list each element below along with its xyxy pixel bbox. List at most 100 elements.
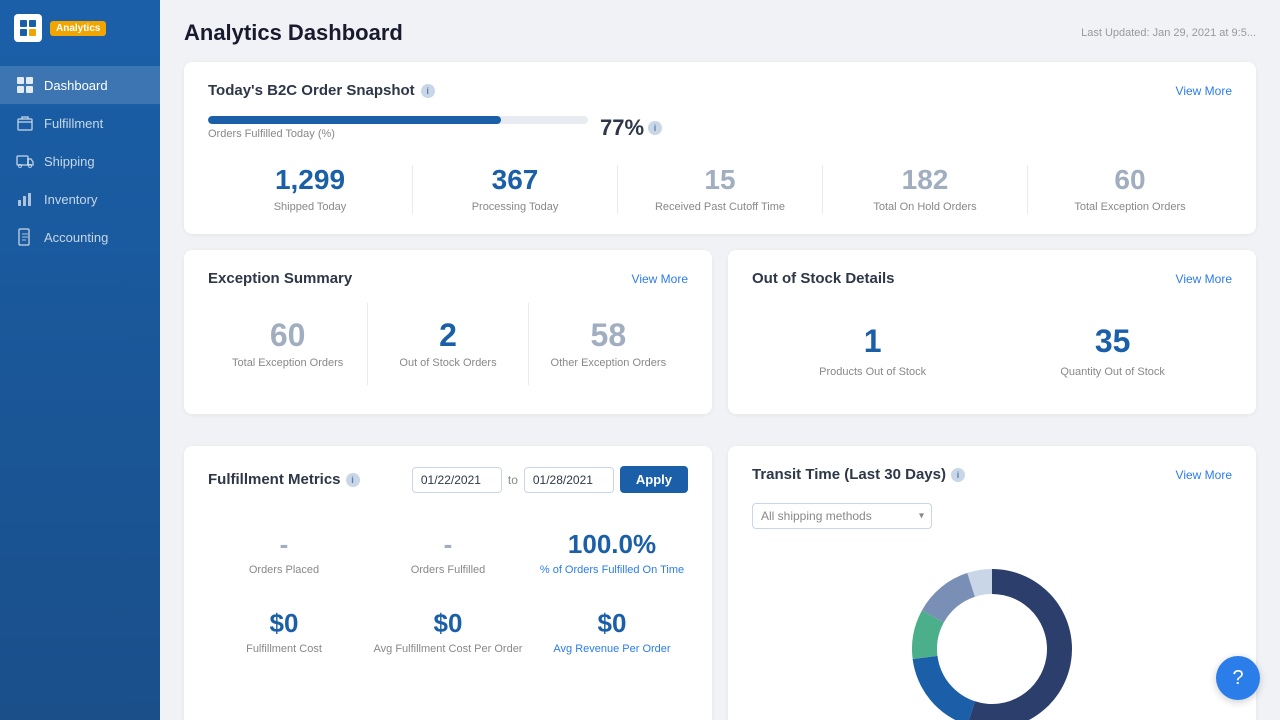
transit-title: Transit Time (Last 30 Days) i [752, 466, 965, 483]
oos-label: Products Out of Stock [819, 366, 926, 378]
donut-segment [913, 656, 975, 720]
snapshot-title: Today's B2C Order Snapshot [208, 82, 415, 99]
fm-metric-item: 100.0% % of Orders Fulfilled On Time [536, 517, 688, 588]
oos-view-more[interactable]: View More [1176, 272, 1232, 286]
date-to-input[interactable] [524, 467, 614, 493]
snapshot-metric-item: 182 Total On Hold Orders [823, 165, 1028, 214]
exception-summary-card: Exception Summary View More 60Total Exce… [184, 250, 712, 414]
grid-icon [16, 76, 34, 94]
fm-metric-value: 100.0% [536, 529, 688, 560]
sidebar-item-label: Shipping [44, 154, 95, 169]
metric-value: 60 [1040, 165, 1220, 196]
fm-metric-label: Orders Placed [208, 564, 360, 576]
oos-label: Quantity Out of Stock [1060, 366, 1165, 378]
fm-metrics-row2: $0 Fulfillment Cost $0 Avg Fulfillment Cost… [208, 596, 688, 667]
exc-label: Other Exception Orders [537, 357, 680, 369]
donut-chart [892, 549, 1092, 720]
progress-label: Orders Fulfilled Today (%) [208, 128, 588, 140]
shipping-method-select[interactable]: All shipping methods [752, 503, 932, 529]
fm-info-icon[interactable]: i [346, 473, 360, 487]
oos-value: 1 [819, 323, 926, 360]
last-updated: Last Updated: Jan 29, 2021 at 9:5... [1081, 27, 1256, 39]
date-to-label: to [508, 473, 518, 487]
fm-metric-value: - [372, 529, 524, 560]
transit-time-card: Transit Time (Last 30 Days) i View More … [728, 446, 1256, 720]
date-from-input[interactable] [412, 467, 502, 493]
sidebar-item-label: Dashboard [44, 78, 108, 93]
analytics-badge: Analytics [50, 21, 106, 36]
main-content: Analytics Dashboard Last Updated: Jan 29… [160, 0, 1280, 720]
float-button[interactable]: ? [1216, 656, 1260, 700]
date-range: to Apply [412, 466, 688, 493]
page-header: Analytics Dashboard Last Updated: Jan 29… [184, 20, 1256, 46]
metric-label: Processing Today [425, 200, 605, 214]
oos-card: Out of Stock Details View More 1 Products… [728, 250, 1256, 414]
fulfillment-metrics-card: Fulfillment Metrics i to Apply -Orders P… [184, 446, 712, 720]
snapshot-metrics: 1,299Shipped Today 367 Processing Today 15R… [208, 165, 1232, 214]
pct-info-icon[interactable]: i [648, 121, 662, 135]
sidebar-item-label: Inventory [44, 192, 97, 207]
progress-bar-fill [208, 116, 501, 124]
fm-metric-label: Fulfillment Cost [208, 643, 360, 655]
exception-metrics: 60Total Exception Orders2Out of Stock Or… [208, 303, 688, 385]
fm-metric-value: $0 [536, 608, 688, 639]
progress-bar-bg [208, 116, 588, 124]
bottom-two-col: Fulfillment Metrics i to Apply -Orders P… [184, 446, 1256, 720]
float-icon: ? [1232, 667, 1243, 690]
fm-metric-item: - Orders Fulfilled [372, 517, 524, 588]
chart-bar-icon [16, 190, 34, 208]
fm-metric-item: $0 Fulfillment Cost [208, 596, 360, 667]
metric-label: Total Exception Orders [1040, 200, 1220, 214]
sidebar-item-dashboard[interactable]: Dashboard [0, 66, 160, 104]
fm-metric-label: Avg Fulfillment Cost Per Order [372, 643, 524, 655]
sidebar-logo: Analytics [0, 0, 160, 56]
transit-info-icon[interactable]: i [951, 468, 965, 482]
exc-value: 2 [376, 319, 519, 351]
metric-label: Shipped Today [220, 200, 400, 214]
sidebar: Analytics Dashboard Fulfillment [0, 0, 160, 720]
fm-metric-label: Orders Fulfilled [372, 564, 524, 576]
sidebar-item-accounting[interactable]: Accounting [0, 218, 160, 256]
snapshot-metric-item: 1,299Shipped Today [208, 165, 413, 214]
exc-label: Total Exception Orders [216, 357, 359, 369]
snapshot-metric-item: 367 Processing Today [413, 165, 618, 214]
snapshot-metric-item: 15Received Past Cutoff Time [618, 165, 823, 214]
metric-value: 367 [425, 165, 605, 196]
sidebar-item-fulfillment[interactable]: Fulfillment [0, 104, 160, 142]
oos-metrics: 1 Products Out of Stock 35 Quantity Out of … [752, 307, 1232, 394]
sidebar-item-inventory[interactable]: Inventory [0, 180, 160, 218]
exception-title: Exception Summary [208, 270, 352, 287]
oos-header: Out of Stock Details View More [752, 270, 1232, 287]
sidebar-item-shipping[interactable]: Shipping [0, 142, 160, 180]
exception-header: Exception Summary View More [208, 270, 688, 287]
exception-view-more[interactable]: View More [632, 272, 688, 286]
oos-title: Out of Stock Details [752, 270, 895, 287]
fm-metric-value: $0 [208, 608, 360, 639]
snapshot-metric-item: 60 Total Exception Orders [1028, 165, 1232, 214]
fm-metric-value: - [208, 529, 360, 560]
metric-label: Total On Hold Orders [835, 200, 1015, 214]
oos-value: 35 [1060, 323, 1165, 360]
progress-bar-wrap: Orders Fulfilled Today (%) [208, 116, 588, 140]
sidebar-item-label: Fulfillment [44, 116, 103, 131]
metric-value: 182 [835, 165, 1015, 196]
snapshot-info-icon[interactable]: i [421, 84, 435, 98]
fm-metric-label[interactable]: % of Orders Fulfilled On Time [536, 564, 688, 576]
page-title: Analytics Dashboard [184, 20, 403, 46]
box-icon [16, 114, 34, 132]
fm-metric-label[interactable]: Avg Revenue Per Order [536, 643, 688, 655]
transit-view-more[interactable]: View More [1176, 468, 1232, 482]
transit-header: Transit Time (Last 30 Days) i View More [752, 466, 1232, 483]
sidebar-item-label: Accounting [44, 230, 108, 245]
snapshot-progress: Orders Fulfilled Today (%) 77% i [208, 115, 1232, 141]
snapshot-view-more[interactable]: View More [1176, 84, 1232, 98]
truck-icon [16, 152, 34, 170]
apply-button[interactable]: Apply [620, 466, 688, 493]
exc-value: 58 [537, 319, 680, 351]
exception-metric-item: 58 Other Exception Orders [529, 303, 688, 385]
fm-title: Fulfillment Metrics i [208, 471, 360, 488]
donut-chart-wrap [752, 549, 1232, 720]
fm-header: Fulfillment Metrics i to Apply [208, 466, 688, 493]
shipping-select-wrap: All shipping methods [752, 503, 932, 529]
snapshot-card: Today's B2C Order Snapshot i View More O… [184, 62, 1256, 234]
